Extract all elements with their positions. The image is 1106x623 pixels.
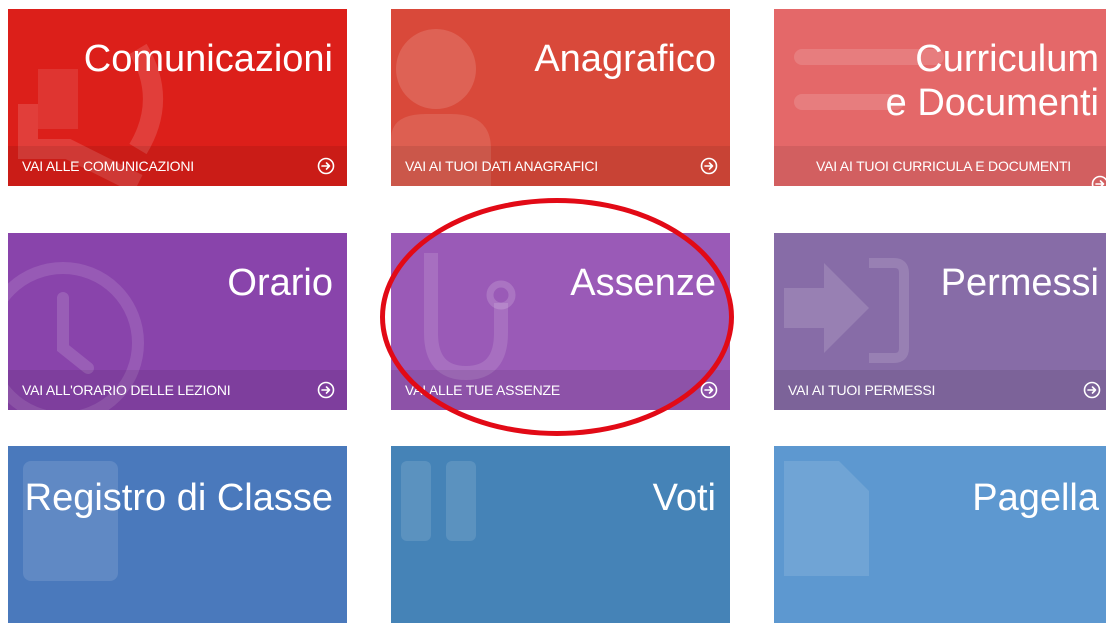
tile-footer-link[interactable]: VAI ALLE COMUNICAZIONI <box>8 146 347 186</box>
tile-title: Anagrafico <box>534 37 716 81</box>
arrow-right-circle-icon[interactable] <box>1083 381 1101 399</box>
tile-link-label: VAI ALL'ORARIO DELLE LEZIONI <box>22 382 230 398</box>
tile-link-label: VAI AI TUOI DATI ANAGRAFICI <box>405 158 598 174</box>
arrow-right-circle-icon[interactable] <box>700 157 718 175</box>
tile-registro-di-classe[interactable]: Registro di Classe <box>8 446 347 623</box>
tile-footer-link[interactable]: VAI AI TUOI DATI ANAGRAFICI <box>391 146 730 186</box>
tile-link-label: VAI ALLE TUE ASSENZE <box>405 382 560 398</box>
tile-voti[interactable]: Voti <box>391 446 730 623</box>
tile-orario[interactable]: Orario VAI ALL'ORARIO DELLE LEZIONI <box>8 233 347 410</box>
report-card-icon <box>774 446 1106 623</box>
tile-footer-link[interactable]: VAI ALL'ORARIO DELLE LEZIONI <box>8 370 347 410</box>
tile-link-label: VAI ALLE COMUNICAZIONI <box>22 158 194 174</box>
tile-title: Voti <box>653 476 716 520</box>
tile-title: Comunicazioni <box>84 37 333 81</box>
tile-anagrafico[interactable]: Anagrafico VAI AI TUOI DATI ANAGRAFICI <box>391 9 730 186</box>
tile-title: Pagella <box>972 476 1099 520</box>
tile-title-line: Curriculum <box>886 37 1099 81</box>
tile-footer-link[interactable]: VAI AI TUOI CURRICULA E DOCUMENTI <box>774 146 1106 186</box>
tile-title: Permessi <box>941 261 1099 305</box>
arrow-right-circle-icon[interactable] <box>317 381 335 399</box>
tile-title: Curriculum e Documenti <box>886 37 1099 125</box>
tile-comunicazioni[interactable]: Comunicazioni VAI ALLE COMUNICAZIONI <box>8 9 347 186</box>
tile-link-label: VAI AI TUOI PERMESSI <box>788 382 935 398</box>
tile-title: Orario <box>227 261 333 305</box>
arrow-right-circle-icon[interactable] <box>1091 175 1106 186</box>
tile-title-line: e Documenti <box>886 81 1099 125</box>
tile-footer-link[interactable]: VAI AI TUOI PERMESSI <box>774 370 1106 410</box>
tile-assenze[interactable]: Assenze VAI ALLE TUE ASSENZE <box>391 233 730 410</box>
book-icon <box>8 446 347 623</box>
tile-title: Registro di Classe <box>25 476 333 520</box>
tile-pagella[interactable]: Pagella <box>774 446 1106 623</box>
number-icon <box>391 446 730 623</box>
tile-curriculum-documenti[interactable]: Curriculum e Documenti VAI AI TUOI CURRI… <box>774 9 1106 186</box>
tile-footer-link[interactable]: VAI ALLE TUE ASSENZE <box>391 370 730 410</box>
tile-permessi[interactable]: Permessi VAI AI TUOI PERMESSI <box>774 233 1106 410</box>
tile-link-label: VAI AI TUOI CURRICULA E DOCUMENTI <box>816 158 1071 174</box>
arrow-right-circle-icon[interactable] <box>317 157 335 175</box>
tile-title: Assenze <box>570 261 716 305</box>
arrow-right-circle-icon[interactable] <box>700 381 718 399</box>
